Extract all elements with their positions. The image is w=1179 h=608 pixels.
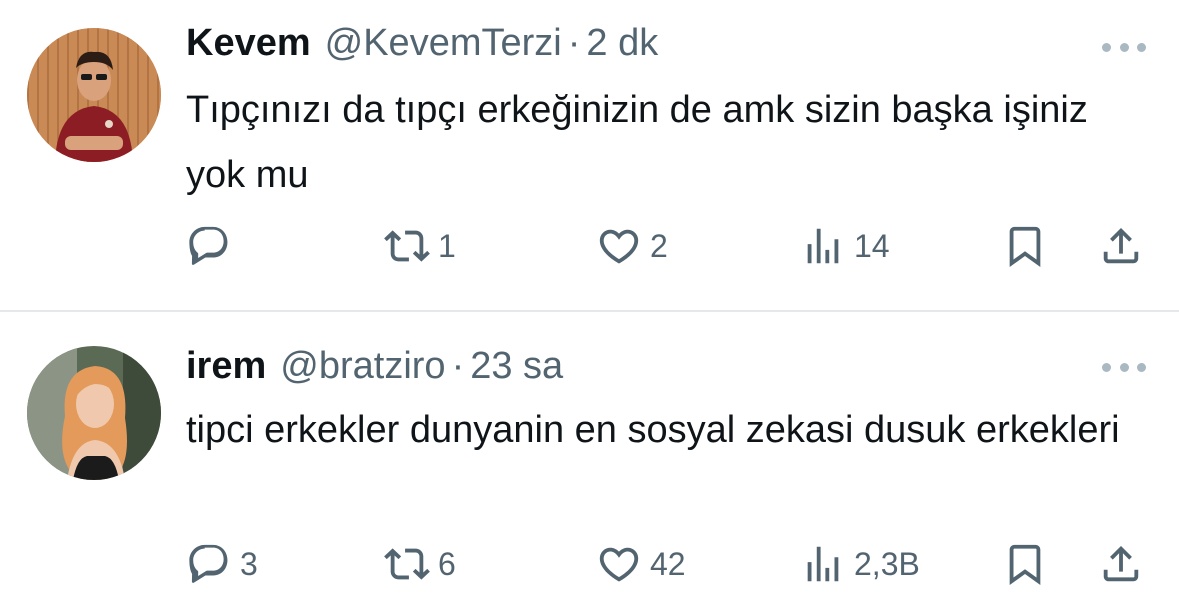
reply-icon (189, 544, 228, 583)
action-bar: 1 2 14 (0, 220, 1179, 272)
display-name[interactable]: Kevem (186, 22, 311, 65)
user-handle[interactable]: @bratziro (280, 345, 445, 388)
tweet-header: Kevem @KevemTerzi · 2 dk (186, 22, 658, 70)
views-button[interactable]: 14 (800, 220, 890, 272)
bookmark-button[interactable] (1002, 538, 1048, 590)
like-icon (599, 547, 639, 582)
like-count: 42 (650, 545, 686, 582)
action-bar: 3 6 42 2,3B (0, 538, 1179, 590)
tweet-text: Tıpçınızı da tıpçı erkeğinizin de amk si… (186, 89, 1088, 196)
retweet-icon (384, 230, 430, 262)
tweet-header: irem @bratziro · 23 sa (186, 345, 563, 393)
avatar[interactable] (27, 28, 161, 162)
display-name[interactable]: irem (186, 345, 266, 388)
reply-button[interactable]: 3 (186, 538, 258, 590)
separator-dot: · (567, 22, 581, 64)
like-icon (599, 229, 639, 264)
reply-button[interactable] (186, 220, 240, 272)
retweet-button[interactable]: 6 (384, 538, 456, 590)
like-button[interactable]: 42 (596, 538, 686, 590)
retweet-icon (384, 548, 430, 580)
user-handle[interactable]: @KevemTerzi (325, 22, 562, 65)
retweet-count: 1 (438, 227, 456, 264)
tweet[interactable]: Kevem @KevemTerzi · 2 dk Tıpçınızı da tı… (0, 0, 1179, 310)
reply-icon (189, 226, 228, 265)
avatar-image (27, 346, 161, 480)
timestamp[interactable]: 2 dk (586, 22, 658, 65)
retweet-button[interactable]: 1 (384, 220, 456, 272)
views-count: 14 (854, 227, 890, 264)
share-button[interactable] (1098, 220, 1144, 272)
bookmark-icon (1009, 226, 1041, 267)
views-icon (807, 228, 839, 264)
views-button[interactable]: 2,3B (800, 538, 920, 590)
like-count: 2 (650, 227, 668, 264)
bookmark-button[interactable] (1002, 220, 1048, 272)
more-icon[interactable] (1102, 361, 1146, 373)
avatar-image (27, 28, 161, 162)
tweet[interactable]: irem @bratziro · 23 sa tipci erkekler du… (0, 312, 1179, 608)
avatar[interactable] (27, 346, 161, 480)
share-button[interactable] (1098, 538, 1144, 590)
views-count: 2,3B (854, 545, 920, 582)
more-icon[interactable] (1102, 41, 1146, 53)
timestamp[interactable]: 23 sa (470, 345, 563, 388)
retweet-count: 6 (438, 545, 456, 582)
tweet-text: tipci erkekler dunyanin en sosyal zekasi… (186, 409, 1120, 451)
like-button[interactable]: 2 (596, 220, 668, 272)
share-icon (1103, 545, 1139, 582)
views-icon (807, 546, 839, 582)
separator-dot: · (451, 345, 465, 387)
bookmark-icon (1009, 544, 1041, 585)
reply-count: 3 (240, 545, 258, 582)
share-icon (1103, 227, 1139, 264)
